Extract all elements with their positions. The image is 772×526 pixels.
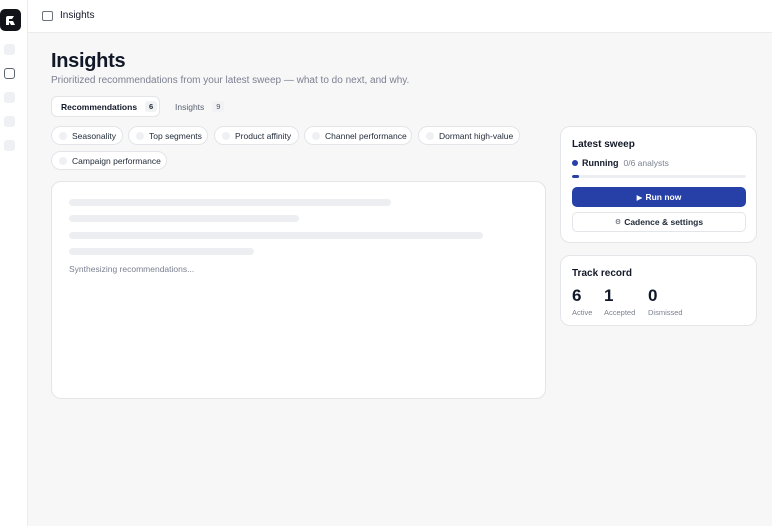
stat-value: 1: [604, 286, 614, 305]
tab-label: Recommendations: [61, 101, 138, 112]
skeleton-line: [69, 232, 483, 239]
chip-dot-icon: [59, 131, 67, 140]
chip-label: Campaign performance: [72, 155, 161, 166]
page-title: Insights: [51, 50, 126, 72]
skeleton-line: [69, 215, 299, 222]
tab-recommendations[interactable]: Recommendations 6: [51, 96, 160, 117]
nav-item-4[interactable]: [4, 116, 15, 127]
left-rail: [0, 0, 28, 526]
chip-label: Seasonality: [72, 130, 116, 141]
stat-accepted: 1 Accepted: [604, 286, 636, 318]
sweep-status: Running 0/6 analysts: [572, 158, 669, 168]
brand-logo-icon[interactable]: [0, 9, 21, 31]
stat-label: Accepted: [604, 308, 636, 317]
stat-dismissed: 0 Dismissed: [648, 286, 683, 318]
chip-campaign-performance[interactable]: Campaign performance: [51, 151, 167, 170]
chip-channel-performance[interactable]: Channel performance: [304, 126, 412, 145]
loading-status-text: Synthesizing recommendations...: [69, 264, 195, 274]
status-dot-icon: [572, 160, 578, 166]
skeleton-line: [69, 199, 391, 206]
gear-icon: ⚙: [614, 219, 622, 226]
run-now-button[interactable]: ▶ Run now: [572, 187, 746, 207]
chip-label: Dormant high-value: [439, 130, 514, 141]
chip-dot-icon: [426, 131, 434, 140]
stat-value: 6: [572, 286, 582, 305]
track-record-card: Track record 6 Active 1 Accepted 0 Dismi…: [560, 255, 757, 326]
nav-item-insights[interactable]: [4, 68, 15, 79]
chip-dot-icon: [312, 131, 320, 140]
stat-label: Active: [572, 308, 593, 317]
card-title: Latest sweep: [572, 139, 635, 150]
card-title: Track record: [572, 268, 633, 279]
chip-label: Product affinity: [235, 130, 292, 141]
sidebar-toggle-icon[interactable]: [42, 11, 53, 21]
chip-dot-icon: [222, 131, 230, 140]
play-icon: ▶: [636, 192, 643, 202]
sweep-progress-bar: [572, 175, 746, 178]
tab-label: Insights: [175, 101, 205, 112]
tab-insights[interactable]: Insights 9: [166, 96, 228, 117]
button-label: Run now: [645, 192, 682, 202]
chip-dot-icon: [136, 131, 144, 140]
cadence-settings-button[interactable]: ⚙ Cadence & settings: [572, 212, 746, 232]
topbar-title: Insights: [60, 10, 95, 21]
page-subtitle: Prioritized recommendations from your la…: [51, 75, 410, 86]
chip-seasonality[interactable]: Seasonality: [51, 126, 123, 145]
progress-fill: [572, 175, 579, 178]
chip-product-affinity[interactable]: Product affinity: [214, 126, 299, 145]
skeleton-line: [69, 248, 254, 255]
chip-dot-icon: [59, 156, 67, 165]
recommendations-card: Synthesizing recommendations...: [51, 181, 546, 399]
nav-item-3[interactable]: [4, 92, 15, 103]
chip-top-segments[interactable]: Top segments: [128, 126, 208, 145]
nav-item-5[interactable]: [4, 140, 15, 151]
stat-label: Dismissed: [648, 308, 683, 317]
chip-dormant-high-value[interactable]: Dormant high-value: [418, 126, 520, 145]
nav-item-1[interactable]: [4, 44, 15, 55]
button-label: Cadence & settings: [624, 217, 704, 227]
chip-label: Channel performance: [325, 130, 407, 141]
status-count: 0/6 analysts: [623, 158, 669, 168]
latest-sweep-card: Latest sweep Running 0/6 analysts ▶ Run …: [560, 126, 757, 243]
top-bar: Insights: [28, 0, 772, 33]
tab-count-badge: 9: [212, 101, 225, 112]
chip-label: Top segments: [149, 130, 202, 141]
stat-active: 6 Active: [572, 286, 593, 318]
stat-value: 0: [648, 286, 658, 305]
status-label: Running: [582, 158, 619, 168]
tab-count-badge: 6: [145, 101, 158, 112]
